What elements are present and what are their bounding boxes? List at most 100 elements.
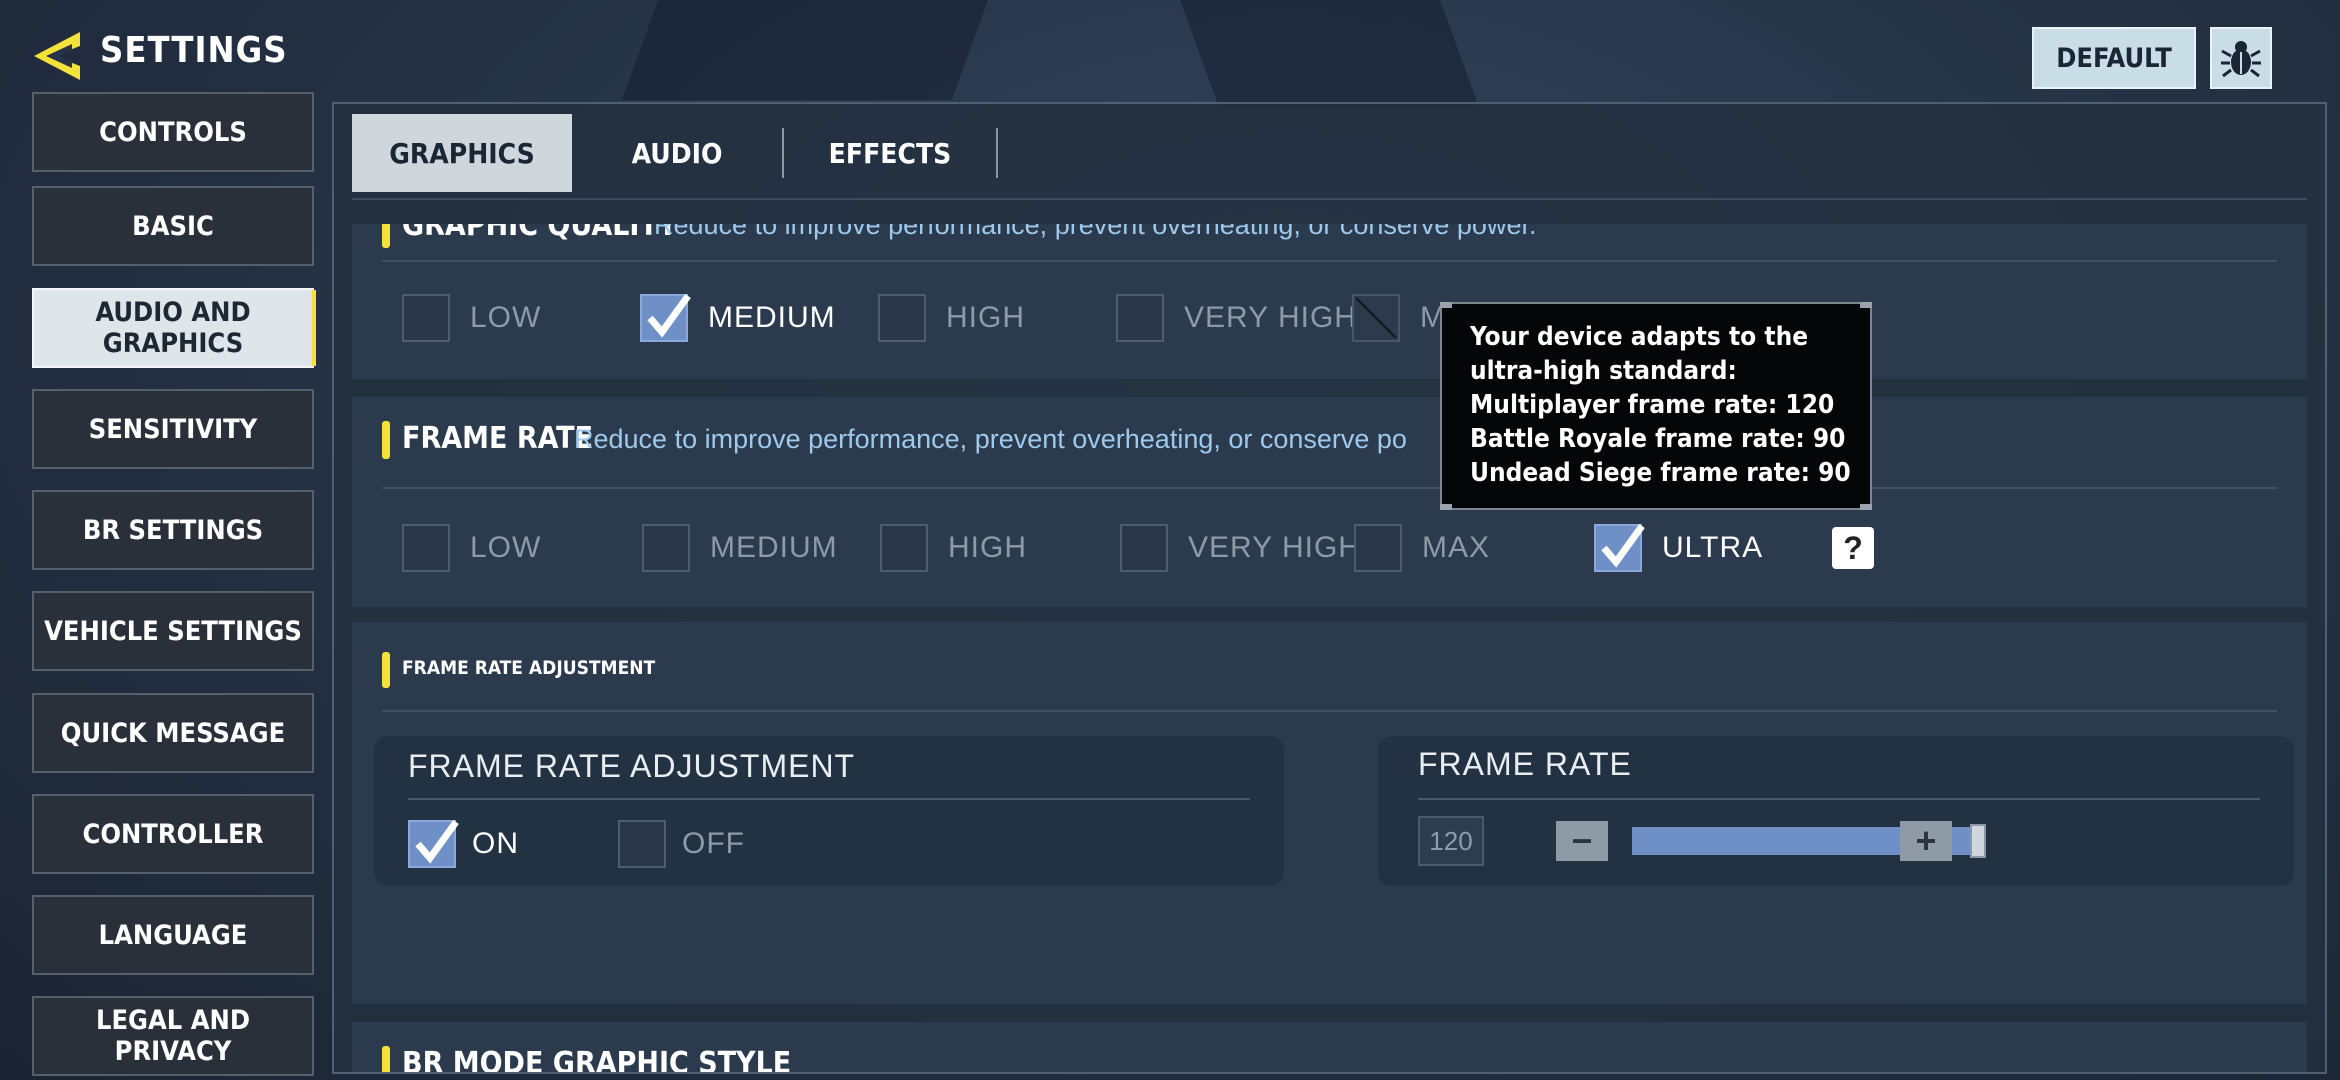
frame-rate-high-option[interactable]: HIGH [880, 524, 1027, 572]
br-mode-graphic-style-title: BR MODE GRAPHIC STYLE [402, 1046, 792, 1072]
option-label: MEDIUM [708, 301, 836, 334]
section-accent-bar [382, 421, 390, 459]
checkbox-checked[interactable] [1594, 523, 1645, 572]
section-divider [382, 487, 2277, 489]
default-button[interactable]: DEFAULT [2032, 27, 2196, 89]
graphic-quality-very-high-option[interactable]: VERY HIGH [1116, 294, 1357, 342]
frame-rate-medium-option[interactable]: MEDIUM [642, 524, 838, 572]
option-label: MAX [1422, 531, 1491, 564]
checkmark-icon [1601, 523, 1645, 568]
checkmark-icon [647, 293, 691, 338]
sidebar-item-controls[interactable]: CONTROLS [32, 92, 314, 172]
br-mode-graphic-style-section: BR MODE GRAPHIC STYLE [352, 1022, 2307, 1072]
checkbox-checked[interactable] [640, 293, 691, 342]
settings-panel: GRAPHICS AUDIO EFFECTS GRAPHIC QUALITY R… [332, 102, 2327, 1074]
graphic-quality-section: GRAPHIC QUALITY Reduce to improve perfor… [352, 224, 2307, 379]
tooltip-corner [1440, 302, 1452, 308]
graphic-quality-description: Reduce to improve performance, prevent o… [654, 224, 1537, 240]
checkbox[interactable] [1120, 524, 1168, 572]
tooltip-line: Battle Royale frame rate: 90 [1470, 424, 1846, 454]
card-divider [408, 798, 1250, 800]
option-label: HIGH [946, 301, 1025, 334]
checkbox[interactable] [880, 524, 928, 572]
frame-rate-decrease-button[interactable]: − [1556, 821, 1608, 861]
frame-rate-slider-card: FRAME RATE 120 − + [1378, 736, 2294, 886]
sidebar-item-vehicle-settings[interactable]: VEHICLE SETTINGS [32, 591, 314, 671]
frame-rate-card-title: FRAME RATE [1418, 746, 1632, 782]
frame-rate-adjustment-section: FRAME RATE ADJUSTMENT FRAME RATE ADJUSTM… [352, 622, 2307, 1004]
tab-effects[interactable]: EFFECTS [784, 114, 996, 192]
tooltip-line: Your device adapts to the [1470, 322, 1809, 352]
tab-graphics[interactable]: GRAPHICS [352, 114, 572, 192]
card-divider [1418, 798, 2260, 800]
tooltip-line: ultra-high standard: [1470, 356, 1737, 386]
frame-rate-very-high-option[interactable]: VERY HIGH [1120, 524, 1361, 572]
background-shape [1179, 0, 1481, 110]
sidebar-item-quick-message[interactable]: QUICK MESSAGE [32, 693, 314, 773]
frame-rate-max-option[interactable]: MAX [1354, 524, 1490, 572]
tooltip-corner [1860, 302, 1872, 308]
graphic-quality-low-option[interactable]: LOW [402, 294, 541, 342]
checkbox-disabled[interactable] [1352, 294, 1400, 342]
back-arrow-button[interactable] [30, 28, 86, 84]
bug-icon [2221, 41, 2261, 78]
option-label: ULTRA [1662, 531, 1764, 564]
sidebar-item-controller[interactable]: CONTROLLER [32, 794, 314, 874]
frame-rate-info-tooltip: Your device adapts to the ultra-high sta… [1440, 302, 1872, 510]
tab-divider [996, 128, 998, 178]
frame-rate-value: 120 [1418, 816, 1484, 866]
sidebar-item-sensitivity[interactable]: SENSITIVITY [32, 389, 314, 469]
tooltip-line: Undead Siege frame rate: 90 [1470, 458, 1851, 488]
settings-tabs: GRAPHICS AUDIO EFFECTS [352, 114, 998, 192]
checkbox[interactable] [642, 524, 690, 572]
frame-rate-increase-button[interactable]: + [1900, 821, 1952, 861]
option-label: VERY HIGH [1188, 531, 1361, 564]
settings-scroll-area[interactable]: GRAPHIC QUALITY Reduce to improve perfor… [334, 224, 2325, 1072]
checkbox[interactable] [402, 524, 450, 572]
sidebar-item-legal-and-privacy[interactable]: LEGAL AND PRIVACY [32, 996, 314, 1076]
option-label: HIGH [948, 531, 1027, 564]
section-divider [382, 710, 2277, 712]
section-accent-bar [382, 224, 390, 248]
frame-rate-adjustment-off-option[interactable]: OFF [618, 820, 745, 868]
frame-rate-adjustment-section-title: FRAME RATE ADJUSTMENT [402, 657, 656, 679]
graphic-quality-title: GRAPHIC QUALITY [402, 224, 678, 243]
section-divider [382, 260, 2277, 262]
checkbox[interactable] [1354, 524, 1402, 572]
section-accent-bar [382, 1046, 390, 1072]
option-label: LOW [470, 301, 542, 334]
frame-rate-title: FRAME RATE [402, 421, 594, 456]
checkbox-checked[interactable] [408, 819, 459, 868]
tabs-divider-line [352, 198, 2307, 200]
frame-rate-section: FRAME RATE Reduce to improve performance… [352, 397, 2307, 607]
sidebar-item-basic[interactable]: BASIC [32, 186, 314, 266]
frame-rate-adjustment-on-option[interactable]: ON [408, 819, 519, 868]
frame-rate-help-button[interactable]: ? [1832, 527, 1874, 569]
bug-report-button[interactable] [2210, 27, 2272, 89]
checkbox[interactable] [1116, 294, 1164, 342]
checkbox[interactable] [402, 294, 450, 342]
disabled-slash-icon [1355, 297, 1397, 339]
frame-rate-adjustment-card: FRAME RATE ADJUSTMENT ON OFF [374, 736, 1284, 886]
frame-rate-low-option[interactable]: LOW [402, 524, 541, 572]
sidebar-item-audio-and-graphics[interactable]: AUDIO AND GRAPHICS [32, 288, 316, 368]
option-label: MEDIUM [710, 531, 838, 564]
tooltip-corner [1440, 504, 1452, 510]
sidebar-item-language[interactable]: LANGUAGE [32, 895, 314, 975]
tab-audio[interactable]: AUDIO [572, 114, 782, 192]
frame-rate-slider-handle[interactable] [1970, 824, 1986, 858]
option-label: LOW [470, 531, 542, 564]
tooltip-line: Multiplayer frame rate: 120 [1470, 390, 1835, 420]
graphic-quality-medium-option[interactable]: MEDIUM [640, 293, 836, 342]
graphic-quality-high-option[interactable]: HIGH [878, 294, 1025, 342]
checkbox[interactable] [618, 820, 666, 868]
sidebar-item-br-settings[interactable]: BR SETTINGS [32, 490, 314, 570]
tooltip-corner [1860, 504, 1872, 510]
background-shape [621, 0, 989, 100]
frame-rate-ultra-option[interactable]: ULTRA [1594, 523, 1764, 572]
option-label: ON [472, 827, 519, 860]
settings-sidebar: CONTROLS BASIC AUDIO AND GRAPHICS SENSIT… [30, 90, 316, 1080]
option-label: VERY HIGH [1184, 301, 1357, 334]
page-title: SETTINGS [100, 30, 288, 71]
checkbox[interactable] [878, 294, 926, 342]
